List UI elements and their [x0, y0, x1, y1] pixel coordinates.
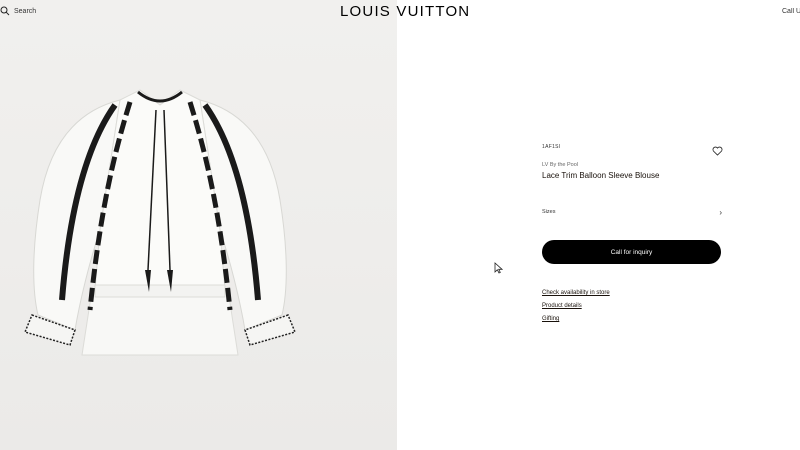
search-icon: [0, 6, 10, 16]
product-details-link[interactable]: Product details: [542, 303, 610, 309]
call-us-link[interactable]: Call Us: [782, 8, 800, 15]
search-button[interactable]: Search: [0, 6, 36, 16]
mouse-cursor-icon: [494, 262, 503, 274]
product-links: Check availability in store Product deta…: [542, 290, 610, 322]
gifting-link[interactable]: Gifting: [542, 316, 610, 322]
size-label: Sizes: [542, 209, 556, 215]
check-availability-link[interactable]: Check availability in store: [542, 290, 610, 296]
product-collection: LV By the Pool: [542, 162, 578, 168]
product-title: Lace Trim Balloon Sleeve Blouse: [542, 171, 660, 180]
brand-logo[interactable]: LOUIS VUITTON: [340, 3, 470, 20]
search-label: Search: [14, 7, 37, 15]
call-for-inquiry-button[interactable]: Call for inquiry: [542, 240, 721, 264]
blouse-image[interactable]: [20, 80, 300, 370]
chevron-right-icon: ›: [719, 207, 722, 217]
product-page: Search LOUIS VUITTON Call Us 1AF1SI LV B…: [0, 0, 800, 450]
product-info: 1AF1SI LV By the Pool Lace Trim Balloon …: [542, 144, 723, 322]
product-image-panel: [0, 0, 397, 450]
heart-icon[interactable]: [712, 146, 723, 156]
product-sku: 1AF1SI: [542, 144, 561, 150]
size-selector[interactable]: Sizes ›: [542, 206, 722, 218]
